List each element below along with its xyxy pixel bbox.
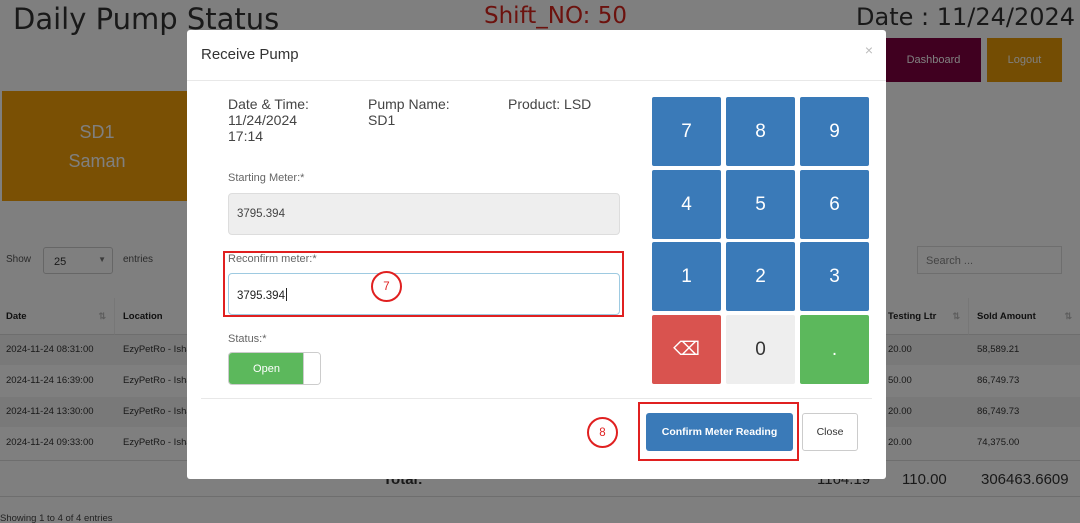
annotation-highlight-confirm — [638, 402, 799, 461]
pump-name-value: SD1 — [368, 112, 396, 128]
datetime-date: 11/24/2024 — [228, 112, 298, 128]
close-button[interactable]: Close — [802, 413, 858, 451]
keypad-1[interactable]: 1 — [652, 242, 721, 311]
modal-header: Receive Pump × — [187, 30, 886, 81]
annotation-step-7: 7 — [371, 271, 402, 302]
datetime-label: Date & Time: — [228, 96, 309, 112]
keypad-8[interactable]: 8 — [726, 97, 795, 166]
status-label: Status:* — [228, 333, 267, 345]
pump-info: Pump Name: SD1 — [368, 96, 450, 128]
status-toggle-on: Open — [229, 353, 304, 384]
keypad-4[interactable]: 4 — [652, 170, 721, 239]
datetime-time: 17:14 — [228, 128, 264, 144]
modal-title: Receive Pump — [201, 46, 299, 63]
toggle-handle — [303, 353, 320, 384]
keypad-dot[interactable]: . — [800, 315, 869, 384]
pump-name-label: Pump Name: — [368, 96, 450, 112]
keypad-5[interactable]: 5 — [726, 170, 795, 239]
keypad-2[interactable]: 2 — [726, 242, 795, 311]
keypad-3[interactable]: 3 — [800, 242, 869, 311]
annotation-highlight-reconfirm — [223, 251, 624, 317]
keypad-9[interactable]: 9 — [800, 97, 869, 166]
annotation-step-8: 8 — [587, 417, 618, 448]
product-info: Product: LSD — [508, 96, 592, 112]
keypad-0[interactable]: 0 — [726, 315, 795, 384]
close-icon[interactable]: × — [865, 42, 873, 58]
starting-meter-label: Starting Meter:* — [228, 172, 305, 184]
modal-footer-divider — [201, 398, 872, 399]
starting-meter-field: 3795.394 — [228, 193, 620, 235]
keypad-7[interactable]: 7 — [652, 97, 721, 166]
status-toggle[interactable]: Open — [228, 352, 321, 385]
keypad-6[interactable]: 6 — [800, 170, 869, 239]
datetime-info: Date & Time: 11/24/2024 17:14 — [228, 96, 309, 144]
backspace-icon[interactable]: ⌫ — [652, 315, 721, 384]
